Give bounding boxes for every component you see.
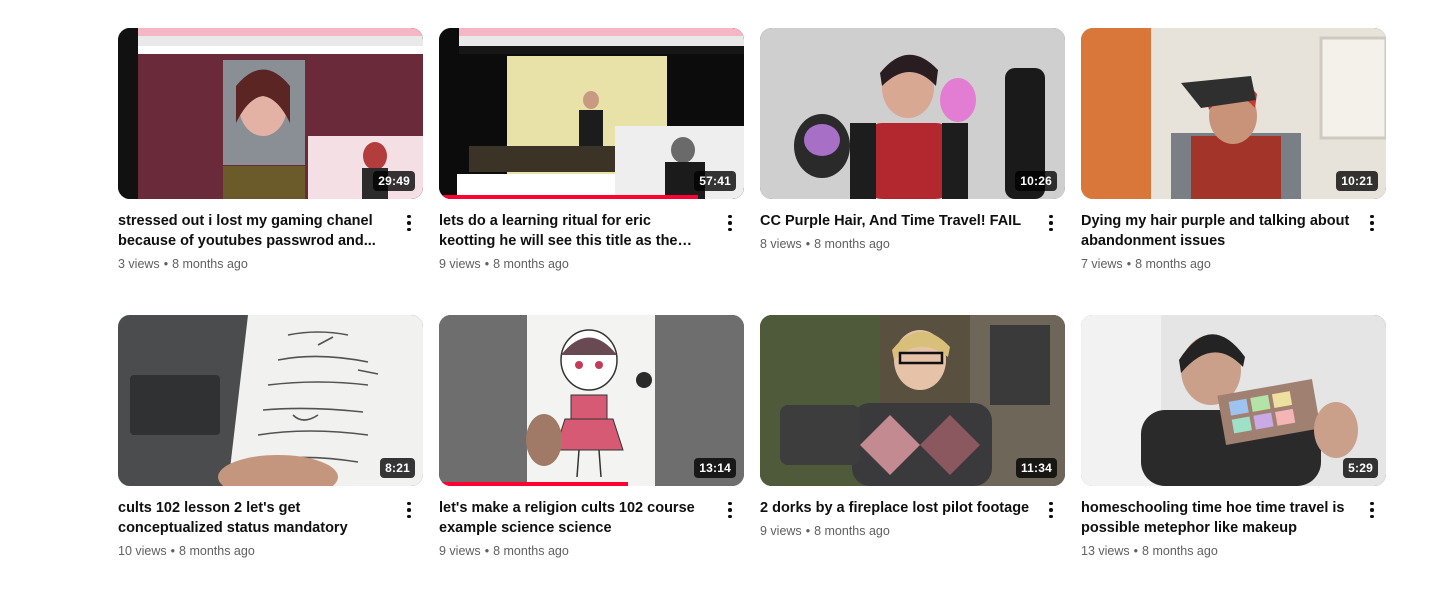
video-thumbnail[interactable]: 13:14 bbox=[439, 315, 744, 486]
thumbnail-image bbox=[1081, 315, 1386, 486]
more-actions-icon[interactable] bbox=[397, 211, 421, 235]
video-stats: 9 views • 8 months ago bbox=[439, 255, 710, 273]
upload-age: 8 months ago bbox=[814, 237, 890, 251]
thumbnail-image bbox=[118, 315, 423, 486]
upload-age: 8 months ago bbox=[814, 524, 890, 538]
video-stats: 3 views • 8 months ago bbox=[118, 255, 389, 273]
upload-age: 8 months ago bbox=[493, 257, 569, 271]
video-duration: 13:14 bbox=[694, 458, 736, 478]
video-title[interactable]: CC Purple Hair, And Time Travel! FAIL bbox=[760, 211, 1031, 231]
separator-dot: • bbox=[163, 257, 169, 271]
upload-age: 8 months ago bbox=[172, 257, 248, 271]
video-stats: 7 views • 8 months ago bbox=[1081, 255, 1352, 273]
separator-dot: • bbox=[170, 544, 176, 558]
video-title[interactable]: 2 dorks by a fireplace lost pilot footag… bbox=[760, 498, 1031, 518]
video-title[interactable]: lets do a learning ritual for eric keott… bbox=[439, 211, 710, 251]
video-card[interactable]: 57:41 lets do a learning ritual for eric… bbox=[439, 28, 744, 315]
video-grid: 29:49 stressed out i lost my gaming chan… bbox=[118, 28, 1386, 602]
video-thumbnail[interactable]: 8:21 bbox=[118, 315, 423, 486]
video-stats: 10 views • 8 months ago bbox=[118, 542, 389, 560]
video-meta: lets do a learning ritual for eric keott… bbox=[439, 211, 744, 273]
view-count: 9 views bbox=[760, 524, 802, 538]
video-stats: 9 views • 8 months ago bbox=[439, 542, 710, 560]
video-thumbnail[interactable]: 10:21 bbox=[1081, 28, 1386, 199]
view-count: 7 views bbox=[1081, 257, 1123, 271]
separator-dot: • bbox=[805, 237, 811, 251]
video-meta: stressed out i lost my gaming chanel bec… bbox=[118, 211, 423, 273]
video-thumbnail[interactable]: 5:29 bbox=[1081, 315, 1386, 486]
more-actions-icon[interactable] bbox=[1039, 211, 1063, 235]
view-count: 3 views bbox=[118, 257, 160, 271]
video-thumbnail[interactable]: 11:34 bbox=[760, 315, 1065, 486]
more-actions-icon[interactable] bbox=[1360, 211, 1384, 235]
video-duration: 8:21 bbox=[380, 458, 415, 478]
video-card[interactable]: 11:34 2 dorks by a fireplace lost pilot … bbox=[760, 315, 1065, 602]
video-card[interactable]: 10:26 CC Purple Hair, And Time Travel! F… bbox=[760, 28, 1065, 315]
video-meta: CC Purple Hair, And Time Travel! FAIL 8 … bbox=[760, 211, 1065, 253]
more-actions-icon[interactable] bbox=[1039, 498, 1063, 522]
video-stats: 8 views • 8 months ago bbox=[760, 235, 1031, 253]
video-title[interactable]: stressed out i lost my gaming chanel bec… bbox=[118, 211, 389, 251]
video-title[interactable]: cults 102 lesson 2 let's get conceptuali… bbox=[118, 498, 389, 538]
more-actions-icon[interactable] bbox=[718, 498, 742, 522]
video-duration: 10:21 bbox=[1336, 171, 1378, 191]
upload-age: 8 months ago bbox=[179, 544, 255, 558]
video-title[interactable]: Dying my hair purple and talking about a… bbox=[1081, 211, 1352, 251]
view-count: 10 views bbox=[118, 544, 167, 558]
video-card[interactable]: 5:29 homeschooling time hoe time travel … bbox=[1081, 315, 1386, 602]
upload-age: 8 months ago bbox=[1142, 544, 1218, 558]
video-card[interactable]: 8:21 cults 102 lesson 2 let's get concep… bbox=[118, 315, 423, 602]
more-actions-icon[interactable] bbox=[1360, 498, 1384, 522]
separator-dot: • bbox=[1133, 544, 1139, 558]
video-card[interactable]: 29:49 stressed out i lost my gaming chan… bbox=[118, 28, 423, 315]
video-meta: cults 102 lesson 2 let's get conceptuali… bbox=[118, 498, 423, 560]
video-stats: 13 views • 8 months ago bbox=[1081, 542, 1352, 560]
video-duration: 5:29 bbox=[1343, 458, 1378, 478]
video-thumbnail[interactable]: 10:26 bbox=[760, 28, 1065, 199]
video-duration: 11:34 bbox=[1015, 458, 1057, 478]
video-card[interactable]: 10:21 Dying my hair purple and talking a… bbox=[1081, 28, 1386, 315]
upload-age: 8 months ago bbox=[1135, 257, 1211, 271]
upload-age: 8 months ago bbox=[493, 544, 569, 558]
video-thumbnail[interactable]: 57:41 bbox=[439, 28, 744, 199]
video-title[interactable]: homeschooling time hoe time travel is po… bbox=[1081, 498, 1352, 538]
video-title[interactable]: let's make a religion cults 102 course e… bbox=[439, 498, 710, 538]
video-stats: 9 views • 8 months ago bbox=[760, 522, 1031, 540]
separator-dot: • bbox=[484, 257, 490, 271]
view-count: 9 views bbox=[439, 544, 481, 558]
video-duration: 57:41 bbox=[694, 171, 736, 191]
view-count: 8 views bbox=[760, 237, 802, 251]
video-duration: 10:26 bbox=[1015, 171, 1057, 191]
view-count: 13 views bbox=[1081, 544, 1130, 558]
separator-dot: • bbox=[805, 524, 811, 538]
video-meta: 2 dorks by a fireplace lost pilot footag… bbox=[760, 498, 1065, 540]
watch-progress-bar bbox=[439, 195, 699, 199]
watch-progress-bar bbox=[439, 482, 629, 486]
more-actions-icon[interactable] bbox=[397, 498, 421, 522]
video-card[interactable]: 13:14 let's make a religion cults 102 co… bbox=[439, 315, 744, 602]
video-meta: Dying my hair purple and talking about a… bbox=[1081, 211, 1386, 273]
separator-dot: • bbox=[484, 544, 490, 558]
separator-dot: • bbox=[1126, 257, 1132, 271]
video-meta: homeschooling time hoe time travel is po… bbox=[1081, 498, 1386, 560]
video-duration: 29:49 bbox=[373, 171, 415, 191]
more-actions-icon[interactable] bbox=[718, 211, 742, 235]
view-count: 9 views bbox=[439, 257, 481, 271]
video-thumbnail[interactable]: 29:49 bbox=[118, 28, 423, 199]
video-meta: let's make a religion cults 102 course e… bbox=[439, 498, 744, 560]
